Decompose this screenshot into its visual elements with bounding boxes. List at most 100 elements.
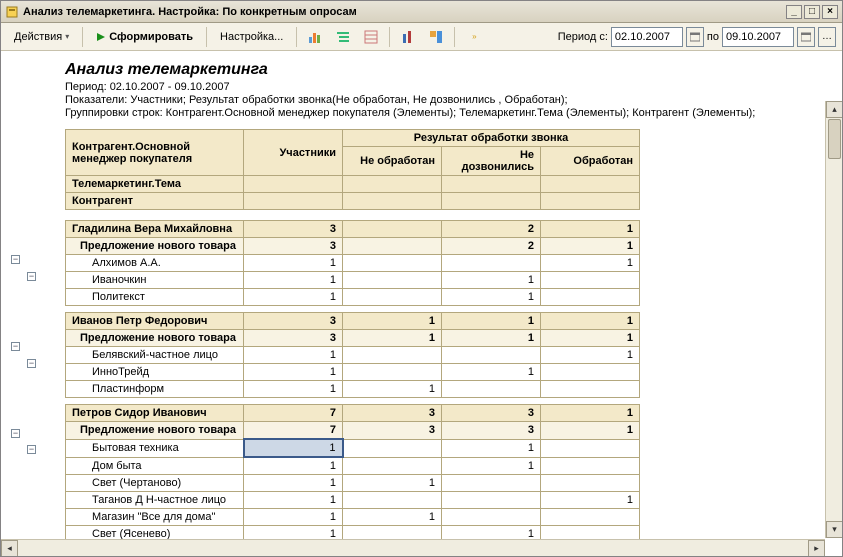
contractor-name: Свет (Чертаново): [66, 475, 244, 492]
cell[interactable]: 1: [244, 475, 343, 492]
cell[interactable]: [343, 457, 442, 475]
contractor-row[interactable]: Таганов Д Н-частное лицо11: [66, 492, 640, 509]
cell[interactable]: 1: [442, 289, 541, 306]
date-to-input[interactable]: [722, 27, 794, 47]
cell[interactable]: 1: [442, 439, 541, 457]
cell[interactable]: 1: [244, 289, 343, 306]
separator: [296, 27, 297, 47]
table-icon-button[interactable]: [359, 26, 383, 48]
cell[interactable]: [343, 492, 442, 509]
cell[interactable]: 1: [244, 381, 343, 398]
cell[interactable]: [442, 381, 541, 398]
collapse-toggle[interactable]: −: [11, 429, 20, 438]
cell[interactable]: 1: [442, 457, 541, 475]
manager-row[interactable]: Иванов Петр Федорович3111: [66, 313, 640, 330]
cell[interactable]: 1: [244, 509, 343, 526]
cell[interactable]: [541, 457, 640, 475]
cell[interactable]: 1: [541, 255, 640, 272]
cell: 1: [343, 313, 442, 330]
cell[interactable]: 1: [442, 272, 541, 289]
chart-column-icon-button[interactable]: [396, 26, 420, 48]
cell: 3: [442, 422, 541, 440]
minimize-button[interactable]: _: [786, 5, 802, 19]
topic-name: Предложение нового товара: [66, 238, 244, 255]
scroll-left-arrow-icon[interactable]: ◂: [1, 540, 18, 556]
run-button[interactable]: Сформировать: [89, 26, 200, 48]
topic-name: Предложение нового товара: [66, 330, 244, 347]
separator: [389, 27, 390, 47]
topic-row[interactable]: Предложение нового товара3111: [66, 330, 640, 347]
cell[interactable]: 1: [343, 509, 442, 526]
scroll-right-arrow-icon[interactable]: ▸: [808, 540, 825, 556]
more-button[interactable]: »: [461, 26, 485, 48]
cell[interactable]: [343, 255, 442, 272]
vertical-scrollbar[interactable]: ▴ ▾: [825, 101, 842, 538]
cell[interactable]: 1: [244, 439, 343, 457]
cell[interactable]: [541, 272, 640, 289]
cell[interactable]: [541, 475, 640, 492]
topic-row[interactable]: Предложение нового товара321: [66, 238, 640, 255]
cell[interactable]: 1: [244, 255, 343, 272]
cell[interactable]: [343, 364, 442, 381]
cell[interactable]: [541, 364, 640, 381]
cell[interactable]: [541, 289, 640, 306]
period-ellipsis-button[interactable]: …: [818, 27, 836, 47]
chart-pivot-icon-button[interactable]: [424, 26, 448, 48]
settings-button[interactable]: Настройка...: [213, 26, 290, 48]
cell[interactable]: [442, 255, 541, 272]
contractor-row[interactable]: Бытовая техника11: [66, 439, 640, 457]
manager-row[interactable]: Петров Сидор Иванович7331: [66, 405, 640, 422]
contractor-row[interactable]: Иваночкин11: [66, 272, 640, 289]
cell[interactable]: 1: [442, 364, 541, 381]
manager-row[interactable]: Гладилина Вера Михайловна321: [66, 221, 640, 238]
cell[interactable]: 1: [244, 347, 343, 364]
contractor-row[interactable]: Дом быта11: [66, 457, 640, 475]
close-button[interactable]: ×: [822, 5, 838, 19]
cell[interactable]: 1: [244, 272, 343, 289]
cell[interactable]: 1: [244, 364, 343, 381]
collapse-toggle[interactable]: −: [11, 255, 20, 264]
contractor-row[interactable]: Алхимов А.А.11: [66, 255, 640, 272]
cell[interactable]: [541, 439, 640, 457]
scroll-up-arrow-icon[interactable]: ▴: [826, 101, 842, 118]
contractor-row[interactable]: Пластинформ11: [66, 381, 640, 398]
maximize-button[interactable]: □: [804, 5, 820, 19]
cell[interactable]: 1: [541, 492, 640, 509]
collapse-toggle[interactable]: −: [27, 445, 36, 454]
contractor-row[interactable]: Белявский-частное лицо11: [66, 347, 640, 364]
chart-bar-icon-button[interactable]: [303, 26, 327, 48]
report-indicators: Показатели: Участники; Результат обработ…: [65, 94, 822, 106]
cell[interactable]: [442, 492, 541, 509]
cell[interactable]: [442, 509, 541, 526]
scroll-down-arrow-icon[interactable]: ▾: [826, 521, 842, 538]
contractor-row[interactable]: Свет (Чертаново)11: [66, 475, 640, 492]
cell[interactable]: 1: [244, 492, 343, 509]
scroll-thumb[interactable]: [828, 119, 841, 159]
cell[interactable]: [442, 475, 541, 492]
contractor-row[interactable]: Политекст11: [66, 289, 640, 306]
cell[interactable]: 1: [244, 457, 343, 475]
contractor-row[interactable]: ИнноТрейд11: [66, 364, 640, 381]
cell[interactable]: 1: [343, 475, 442, 492]
contractor-row[interactable]: Магазин "Все для дома"11: [66, 509, 640, 526]
collapse-toggle[interactable]: −: [27, 359, 36, 368]
cell[interactable]: [343, 272, 442, 289]
date-to-picker-button[interactable]: [797, 27, 815, 47]
cell[interactable]: 1: [343, 381, 442, 398]
actions-menu[interactable]: Действия ▾: [7, 26, 76, 48]
collapse-toggle[interactable]: −: [27, 272, 36, 281]
cell[interactable]: [541, 509, 640, 526]
collapse-toggle[interactable]: −: [11, 342, 20, 351]
horizontal-scrollbar[interactable]: ◂ ▸: [1, 539, 825, 556]
date-from-input[interactable]: [611, 27, 683, 47]
date-from-picker-button[interactable]: [686, 27, 704, 47]
cell[interactable]: [541, 381, 640, 398]
cell[interactable]: [442, 347, 541, 364]
tree-list-icon-button[interactable]: [331, 26, 355, 48]
manager-name: Иванов Петр Федорович: [66, 313, 244, 330]
cell[interactable]: [343, 439, 442, 457]
cell[interactable]: 1: [541, 347, 640, 364]
topic-row[interactable]: Предложение нового товара7331: [66, 422, 640, 440]
cell[interactable]: [343, 347, 442, 364]
cell[interactable]: [343, 289, 442, 306]
